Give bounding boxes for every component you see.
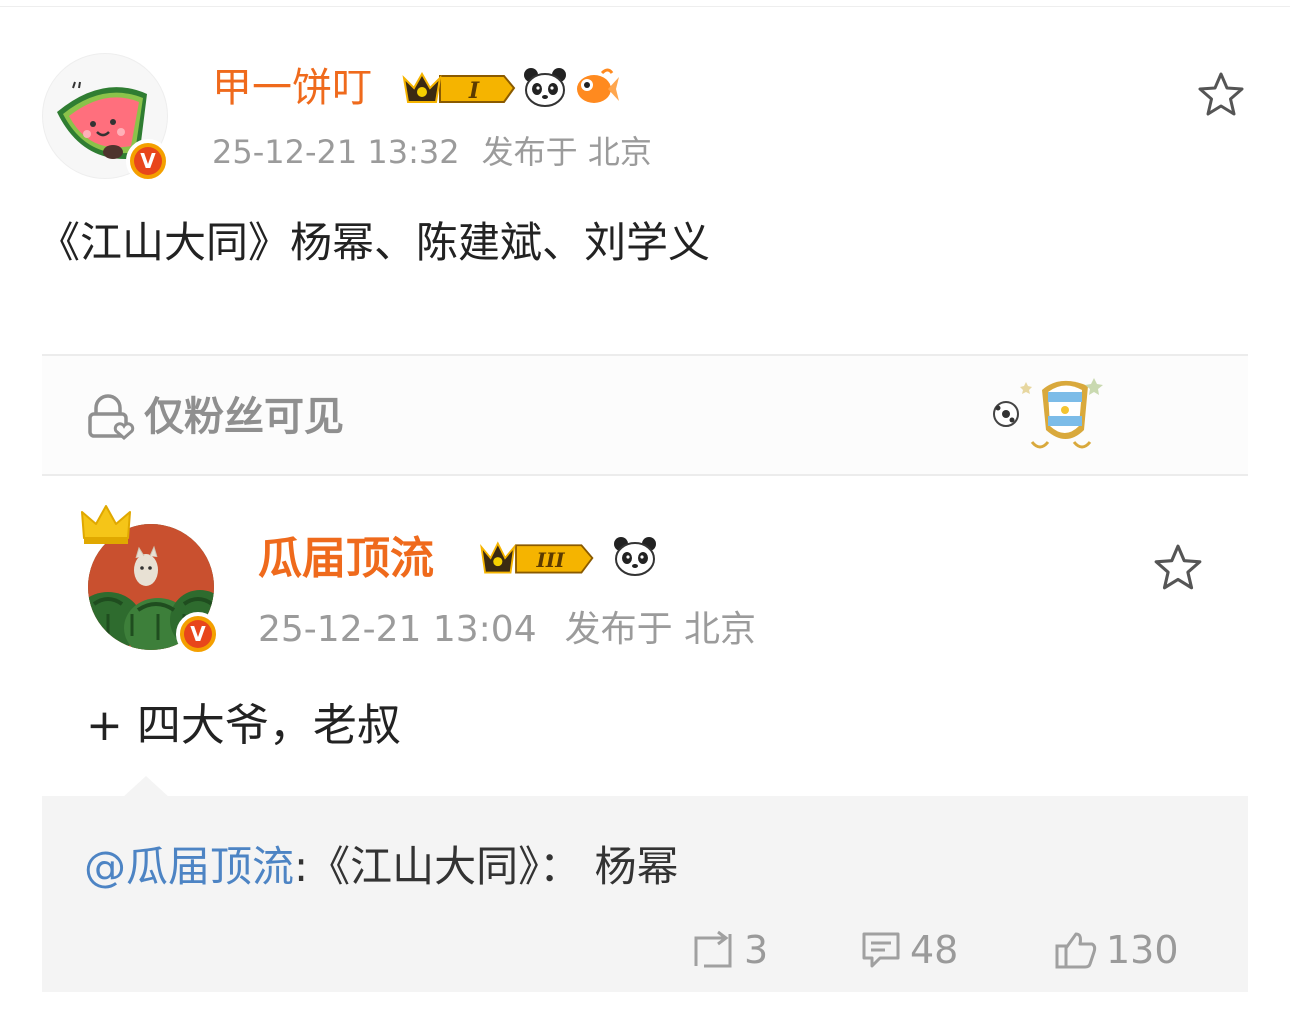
- repost-timestamp: 25-12-21 13:04: [258, 609, 537, 650]
- argentina-football-badge-icon: [993, 378, 1103, 449]
- panda-icon: [524, 68, 566, 107]
- comment-button[interactable]: 48: [860, 924, 958, 976]
- top-divider: [0, 6, 1290, 7]
- thumbs-up-icon: [1055, 932, 1097, 969]
- repost-icon: [694, 930, 732, 968]
- author-name[interactable]: 甲一饼叮: [212, 62, 372, 114]
- vip-crown-badge-icon: I: [402, 71, 516, 104]
- goldfish-icon: [577, 68, 619, 103]
- post-location: 发布于 北京: [481, 133, 652, 171]
- post-timestamp: 25-12-21 13:32: [212, 133, 460, 171]
- comment-icon: [862, 932, 900, 968]
- post-meta: 25-12-21 13:32 发布于 北京: [212, 130, 652, 174]
- panda-icon: [614, 537, 656, 576]
- repost-body: + 四大爷，老叔: [86, 700, 401, 751]
- post-body: 《江山大同》杨幂、陈建斌、刘学义: [38, 218, 711, 267]
- quoted-post-text: @瓜届顶流:《江山大同》： 杨幂: [84, 838, 679, 896]
- fans-only-label: 仅粉丝可见: [144, 394, 344, 440]
- repost-author-name[interactable]: 瓜届顶流: [258, 530, 434, 588]
- repost-button[interactable]: 3: [690, 924, 768, 976]
- favorite-star-icon[interactable]: [1152, 542, 1204, 594]
- comment-count: 48: [910, 928, 959, 972]
- like-button[interactable]: 130: [1054, 924, 1179, 976]
- verified-badge-icon: V: [176, 612, 220, 656]
- level-badge-text: III: [536, 548, 566, 572]
- verified-badge-icon: V: [126, 139, 170, 183]
- section-divider: [42, 474, 1248, 476]
- lock-heart-icon: [88, 394, 135, 440]
- vip-crown-badge-icon: III: [480, 541, 594, 574]
- quoted-body: :《江山大同》： 杨幂: [294, 842, 679, 891]
- repost-location: 发布于 北京: [564, 609, 757, 650]
- mention-link[interactable]: @瓜届顶流: [84, 842, 294, 891]
- level-badge-text: I: [468, 78, 480, 104]
- favorite-star-icon[interactable]: [1196, 70, 1246, 120]
- repost-count: 3: [744, 928, 769, 972]
- repost-meta: 25-12-21 13:04 发布于 北京: [258, 606, 756, 654]
- crown-icon: [81, 505, 131, 544]
- quote-pointer: [122, 776, 170, 798]
- like-count: 130: [1106, 928, 1179, 972]
